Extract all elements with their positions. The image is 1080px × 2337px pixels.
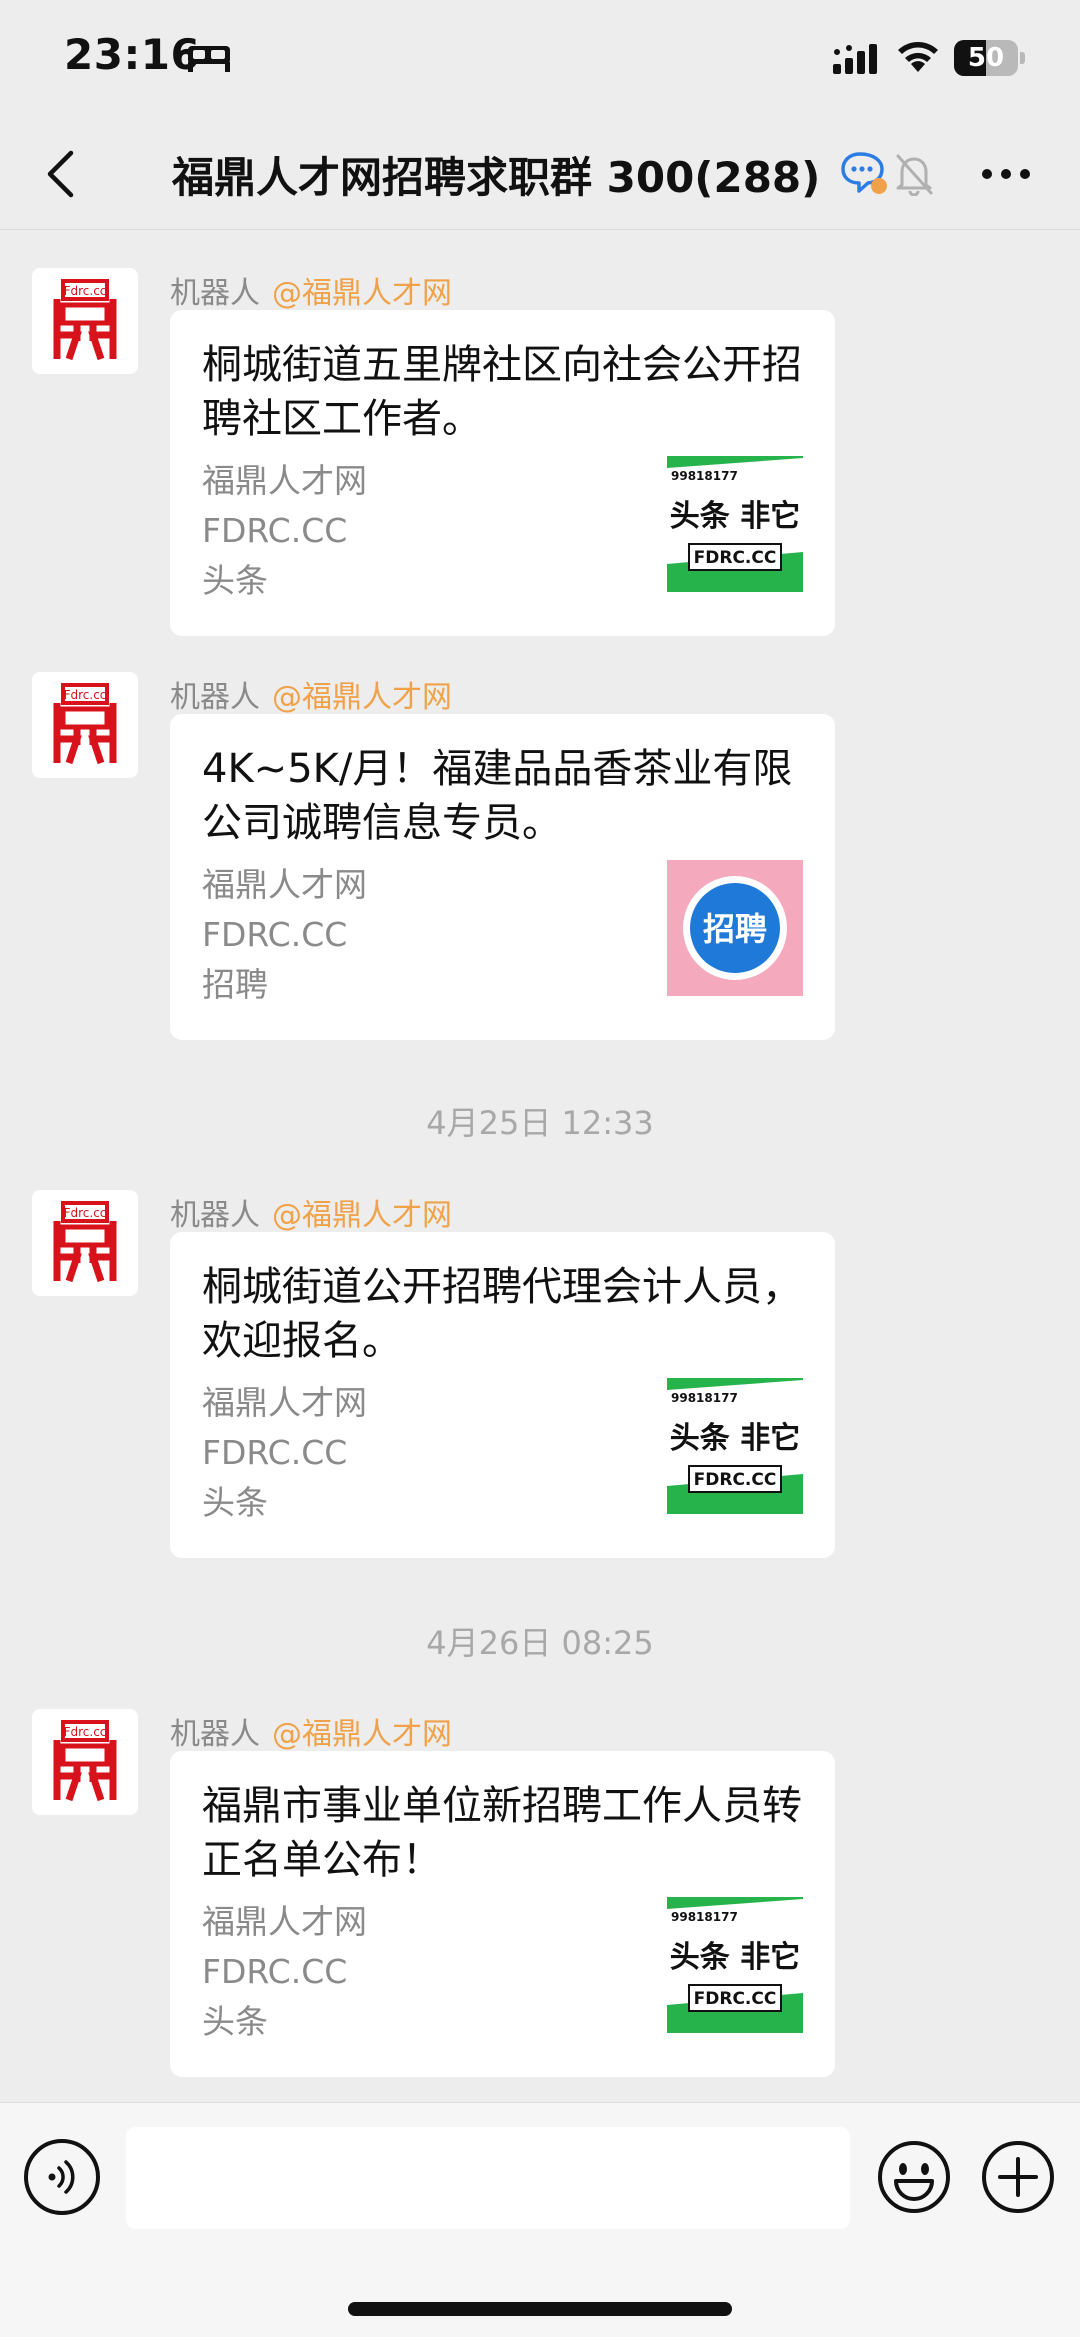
- svg-text:头条 非它: 头条 非它: [670, 499, 800, 534]
- article-title: 桐城街道五里牌社区向社会公开招聘社区工作者。: [202, 342, 802, 442]
- mention-link[interactable]: @福鼎人才网: [272, 1198, 452, 1233]
- chat-title: 福鼎人才网招聘求职群 300(288): [172, 153, 821, 202]
- sender-row: 机器人 @福鼎人才网: [170, 672, 452, 715]
- svg-text:头条 非它: 头条 非它: [670, 1940, 800, 1975]
- status-bar: 23:16 50: [0, 0, 1080, 118]
- battery-level: 50: [967, 43, 1005, 73]
- nav-bar: 福鼎人才网招聘求职群 300(288): [0, 118, 1080, 230]
- svg-text:Fdrc.cc: Fdrc.cc: [64, 1725, 107, 1739]
- svg-text:99818177: 99818177: [671, 1910, 738, 1924]
- article-title: 桐城街道公开招聘代理会计人员，欢迎报名。: [202, 1264, 802, 1364]
- fdrc-logo-icon: Fdrc.cc: [53, 1201, 117, 1283]
- message-input[interactable]: [126, 2127, 850, 2229]
- avatar[interactable]: Fdrc.cc: [32, 268, 138, 374]
- article-meta: 福鼎人才网 FDRC.CC 头条: [202, 1897, 367, 2047]
- sender-name: 机器人: [170, 680, 260, 715]
- time-divider: 4月25日 12:33: [426, 1104, 654, 1142]
- svg-text:Fdrc.cc: Fdrc.cc: [64, 688, 107, 702]
- avatar[interactable]: Fdrc.cc: [32, 672, 138, 778]
- chat-bubble-icon[interactable]: [840, 148, 888, 198]
- article-card[interactable]: 桐城街道公开招聘代理会计人员，欢迎报名。 福鼎人才网 FDRC.CC 头条 99…: [170, 1232, 835, 1558]
- article-meta: 福鼎人才网 FDRC.CC 招聘: [202, 860, 367, 1010]
- article-title: 4K~5K/月！福建品品香茶业有限公司诚聘信息专员。: [202, 746, 793, 846]
- mention-link[interactable]: @福鼎人才网: [272, 680, 452, 715]
- article-card[interactable]: 福鼎市事业单位新招聘工作人员转正名单公布！ 福鼎人才网 FDRC.CC 头条 9…: [170, 1751, 835, 2077]
- article-meta: 福鼎人才网 FDRC.CC 头条: [202, 456, 367, 606]
- time-divider: 4月26日 08:25: [426, 1624, 654, 1662]
- svg-text:Fdrc.cc: Fdrc.cc: [64, 1206, 107, 1220]
- svg-text:FDRC.CC: FDRC.CC: [694, 1470, 777, 1490]
- article-category: 头条: [202, 1483, 268, 1522]
- article-domain: FDRC.CC: [202, 1952, 348, 1991]
- article-category: 头条: [202, 2002, 268, 2041]
- sender-row: 机器人 @福鼎人才网: [170, 1190, 452, 1233]
- article-meta: 福鼎人才网 FDRC.CC 头条: [202, 1378, 367, 1528]
- chevron-left-icon: [47, 150, 74, 198]
- mention-link[interactable]: @福鼎人才网: [272, 276, 452, 311]
- sender-row: 机器人 @福鼎人才网: [170, 1709, 452, 1752]
- status-time: 23:16: [64, 30, 201, 79]
- back-button[interactable]: [30, 140, 90, 208]
- svg-text:99818177: 99818177: [671, 1391, 738, 1405]
- fdrc-logo-icon: Fdrc.cc: [53, 279, 117, 361]
- svg-text:Fdrc.cc: Fdrc.cc: [64, 284, 107, 298]
- article-category: 招聘: [202, 965, 268, 1004]
- voice-button[interactable]: [24, 2139, 100, 2215]
- article-category: 头条: [202, 561, 268, 600]
- avatar[interactable]: Fdrc.cc: [32, 1709, 138, 1815]
- bed-icon: [188, 46, 230, 72]
- svg-text:招聘: 招聘: [703, 910, 767, 948]
- more-button[interactable]: [976, 148, 1036, 200]
- sender-row: 机器人 @福鼎人才网: [170, 268, 452, 311]
- avatar[interactable]: Fdrc.cc: [32, 1190, 138, 1296]
- voice-icon: [48, 2160, 75, 2194]
- fdrc-logo-icon: Fdrc.cc: [53, 683, 117, 765]
- article-title: 福鼎市事业单位新招聘工作人员转正名单公布！: [202, 1783, 802, 1883]
- sender-name: 机器人: [170, 1717, 260, 1752]
- home-indicator: [348, 2302, 732, 2316]
- article-source: 福鼎人才网: [202, 1383, 367, 1422]
- headline-thumbnail: 99818177 头条 非它 FDRC.CC: [667, 456, 803, 592]
- signal-icon: [833, 44, 877, 74]
- article-card[interactable]: 4K~5K/月！福建品品香茶业有限公司诚聘信息专员。 福鼎人才网 FDRC.CC…: [170, 714, 835, 1040]
- headline-thumbnail: 99818177 头条 非它 FDRC.CC: [667, 1897, 803, 2033]
- sender-name: 机器人: [170, 276, 260, 311]
- svg-text:FDRC.CC: FDRC.CC: [694, 1989, 777, 2009]
- battery-indicator: 50: [954, 40, 1025, 76]
- fdrc-logo-icon: Fdrc.cc: [53, 1720, 117, 1802]
- plus-icon[interactable]: [980, 2139, 1056, 2215]
- svg-text:头条 非它: 头条 非它: [670, 1421, 800, 1456]
- wifi-icon: [898, 42, 938, 72]
- more-icon: [982, 169, 1030, 179]
- bell-off-icon: [896, 154, 933, 196]
- article-source: 福鼎人才网: [202, 865, 367, 904]
- mention-link[interactable]: @福鼎人才网: [272, 1717, 452, 1752]
- article-domain: FDRC.CC: [202, 1433, 348, 1472]
- sender-name: 机器人: [170, 1198, 260, 1233]
- article-domain: FDRC.CC: [202, 915, 348, 954]
- svg-text:FDRC.CC: FDRC.CC: [694, 548, 777, 568]
- article-card[interactable]: 桐城街道五里牌社区向社会公开招聘社区工作者。 福鼎人才网 FDRC.CC 头条 …: [170, 310, 835, 636]
- recruit-thumbnail: 招聘: [667, 860, 803, 996]
- article-source: 福鼎人才网: [202, 1902, 367, 1941]
- headline-thumbnail: 99818177 头条 非它 FDRC.CC: [667, 1378, 803, 1514]
- emoji-icon[interactable]: [876, 2139, 952, 2215]
- article-source: 福鼎人才网: [202, 461, 367, 500]
- article-domain: FDRC.CC: [202, 511, 348, 550]
- svg-text:99818177: 99818177: [671, 469, 738, 483]
